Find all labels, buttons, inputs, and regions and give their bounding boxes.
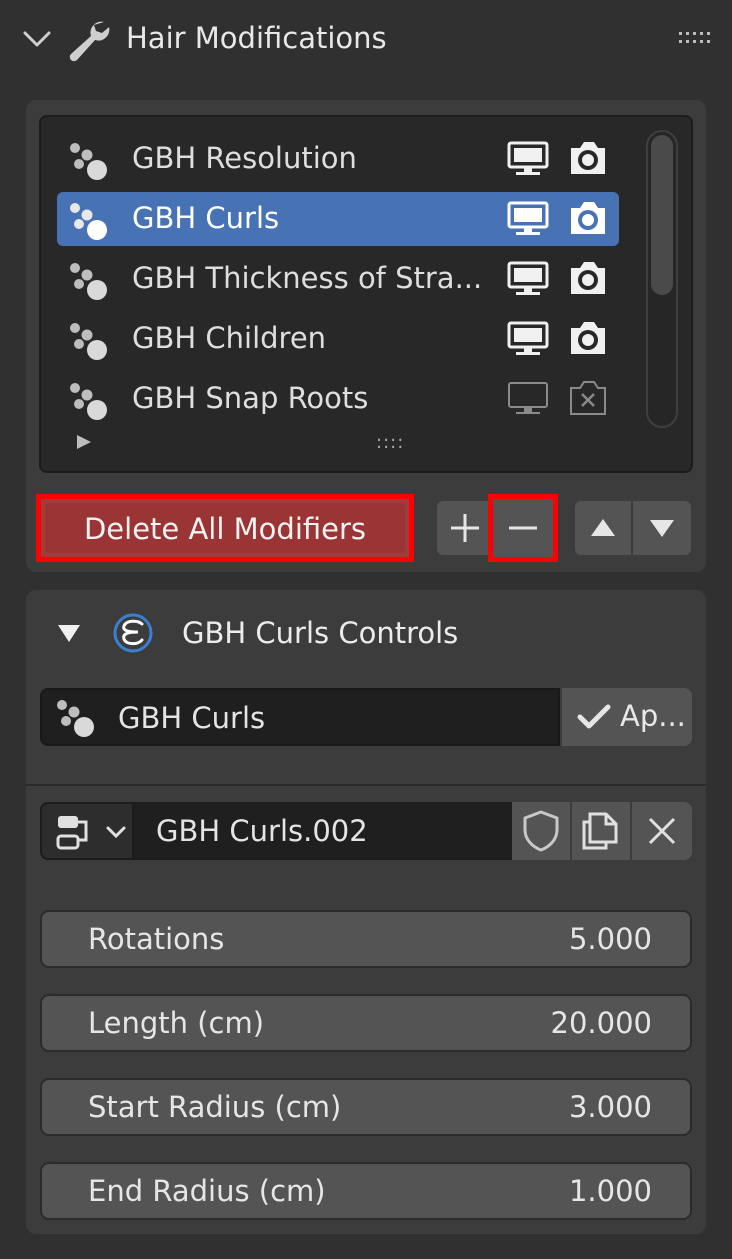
unlink-button[interactable] xyxy=(632,802,692,860)
shield-icon xyxy=(523,810,559,852)
gbh-logo-icon xyxy=(113,613,153,653)
monitor-icon[interactable] xyxy=(507,140,549,178)
camera-icon[interactable] xyxy=(567,318,609,358)
fake-user-button[interactable] xyxy=(512,802,570,860)
list-item-label: GBH Thickness of Stra... xyxy=(132,261,483,295)
end-radius-field[interactable]: End Radius (cm) 1.000 xyxy=(40,1162,692,1220)
list-item-label: GBH Curls xyxy=(132,201,280,235)
chevron-down-icon[interactable] xyxy=(22,26,52,52)
divider xyxy=(26,784,706,786)
list-item[interactable]: GBH Snap Roots xyxy=(57,372,619,426)
collapse-triangle-icon[interactable] xyxy=(56,622,82,644)
remove-modifier-button[interactable] xyxy=(488,494,558,562)
modifier-name-value: GBH Curls xyxy=(118,701,266,735)
move-up-button[interactable] xyxy=(575,501,631,555)
particles-icon xyxy=(70,383,107,420)
rotations-field[interactable]: Rotations 5.000 xyxy=(40,910,692,968)
list-item[interactable]: GBH Resolution xyxy=(57,132,619,186)
list-resize-grip[interactable]: :::: xyxy=(376,434,414,452)
delete-all-modifiers-label: Delete All Modifiers xyxy=(45,503,405,553)
delete-all-modifiers-button[interactable]: Delete All Modifiers xyxy=(36,494,414,562)
start-radius-field[interactable]: Start Radius (cm) 3.000 xyxy=(40,1078,692,1136)
list-item-label: GBH Resolution xyxy=(132,141,357,175)
property-value: 1.000 xyxy=(568,1174,652,1208)
list-scrollbar-thumb[interactable] xyxy=(651,135,673,295)
property-value: 3.000 xyxy=(568,1090,652,1124)
wrench-icon xyxy=(69,21,110,62)
monitor-icon[interactable] xyxy=(507,260,549,298)
chevron-down-icon xyxy=(106,826,126,839)
property-value: 5.000 xyxy=(568,922,652,956)
property-label: Length (cm) xyxy=(88,1006,265,1040)
monitor-disabled-icon[interactable] xyxy=(507,380,549,418)
particles-icon xyxy=(70,263,107,300)
close-icon xyxy=(648,817,676,845)
particles-icon xyxy=(70,323,107,360)
monitor-icon[interactable] xyxy=(507,320,549,358)
move-down-button[interactable] xyxy=(633,501,691,555)
triangle-down-icon xyxy=(650,520,674,537)
duplicate-button[interactable] xyxy=(572,802,630,860)
drag-grip-icon[interactable] xyxy=(676,28,710,48)
panel-title: Hair Modifications xyxy=(126,21,387,55)
apply-label: Ap... xyxy=(620,699,686,733)
camera-disabled-icon[interactable] xyxy=(567,378,609,418)
camera-icon[interactable] xyxy=(567,198,609,238)
particles-icon xyxy=(57,700,94,737)
list-item-label: GBH Children xyxy=(132,321,327,355)
property-value: 20.000 xyxy=(550,1006,652,1040)
triangle-up-icon xyxy=(591,519,615,536)
camera-icon[interactable] xyxy=(567,258,609,298)
node-group-name-value: GBH Curls.002 xyxy=(156,814,368,848)
particles-icon xyxy=(70,143,107,180)
copy-icon xyxy=(582,812,618,850)
list-item-label: GBH Snap Roots xyxy=(132,381,369,415)
node-group-type-dropdown[interactable] xyxy=(40,802,134,860)
property-label: End Radius (cm) xyxy=(88,1174,326,1208)
property-label: Start Radius (cm) xyxy=(88,1090,342,1124)
camera-icon[interactable] xyxy=(567,138,609,178)
node-group-name-field[interactable]: GBH Curls.002 xyxy=(134,802,512,860)
add-modifier-button[interactable] xyxy=(437,501,493,555)
monitor-icon[interactable] xyxy=(507,200,549,238)
property-label: Rotations xyxy=(88,922,225,956)
plus-icon xyxy=(451,514,479,542)
length-field[interactable]: Length (cm) 20.000 xyxy=(40,994,692,1052)
expand-triangle-icon[interactable] xyxy=(74,432,94,452)
list-item[interactable]: GBH Children xyxy=(57,312,619,366)
list-item[interactable]: GBH Thickness of Stra... xyxy=(57,252,619,306)
apply-button[interactable]: Ap... xyxy=(562,688,692,746)
minus-icon xyxy=(509,526,537,530)
node-tree-icon xyxy=(56,816,88,850)
list-item-active[interactable]: GBH Curls xyxy=(57,192,619,246)
controls-title: GBH Curls Controls xyxy=(182,616,459,650)
particles-icon xyxy=(70,203,107,240)
modifier-name-field[interactable]: GBH Curls xyxy=(40,688,560,746)
checkmark-icon xyxy=(577,704,611,729)
